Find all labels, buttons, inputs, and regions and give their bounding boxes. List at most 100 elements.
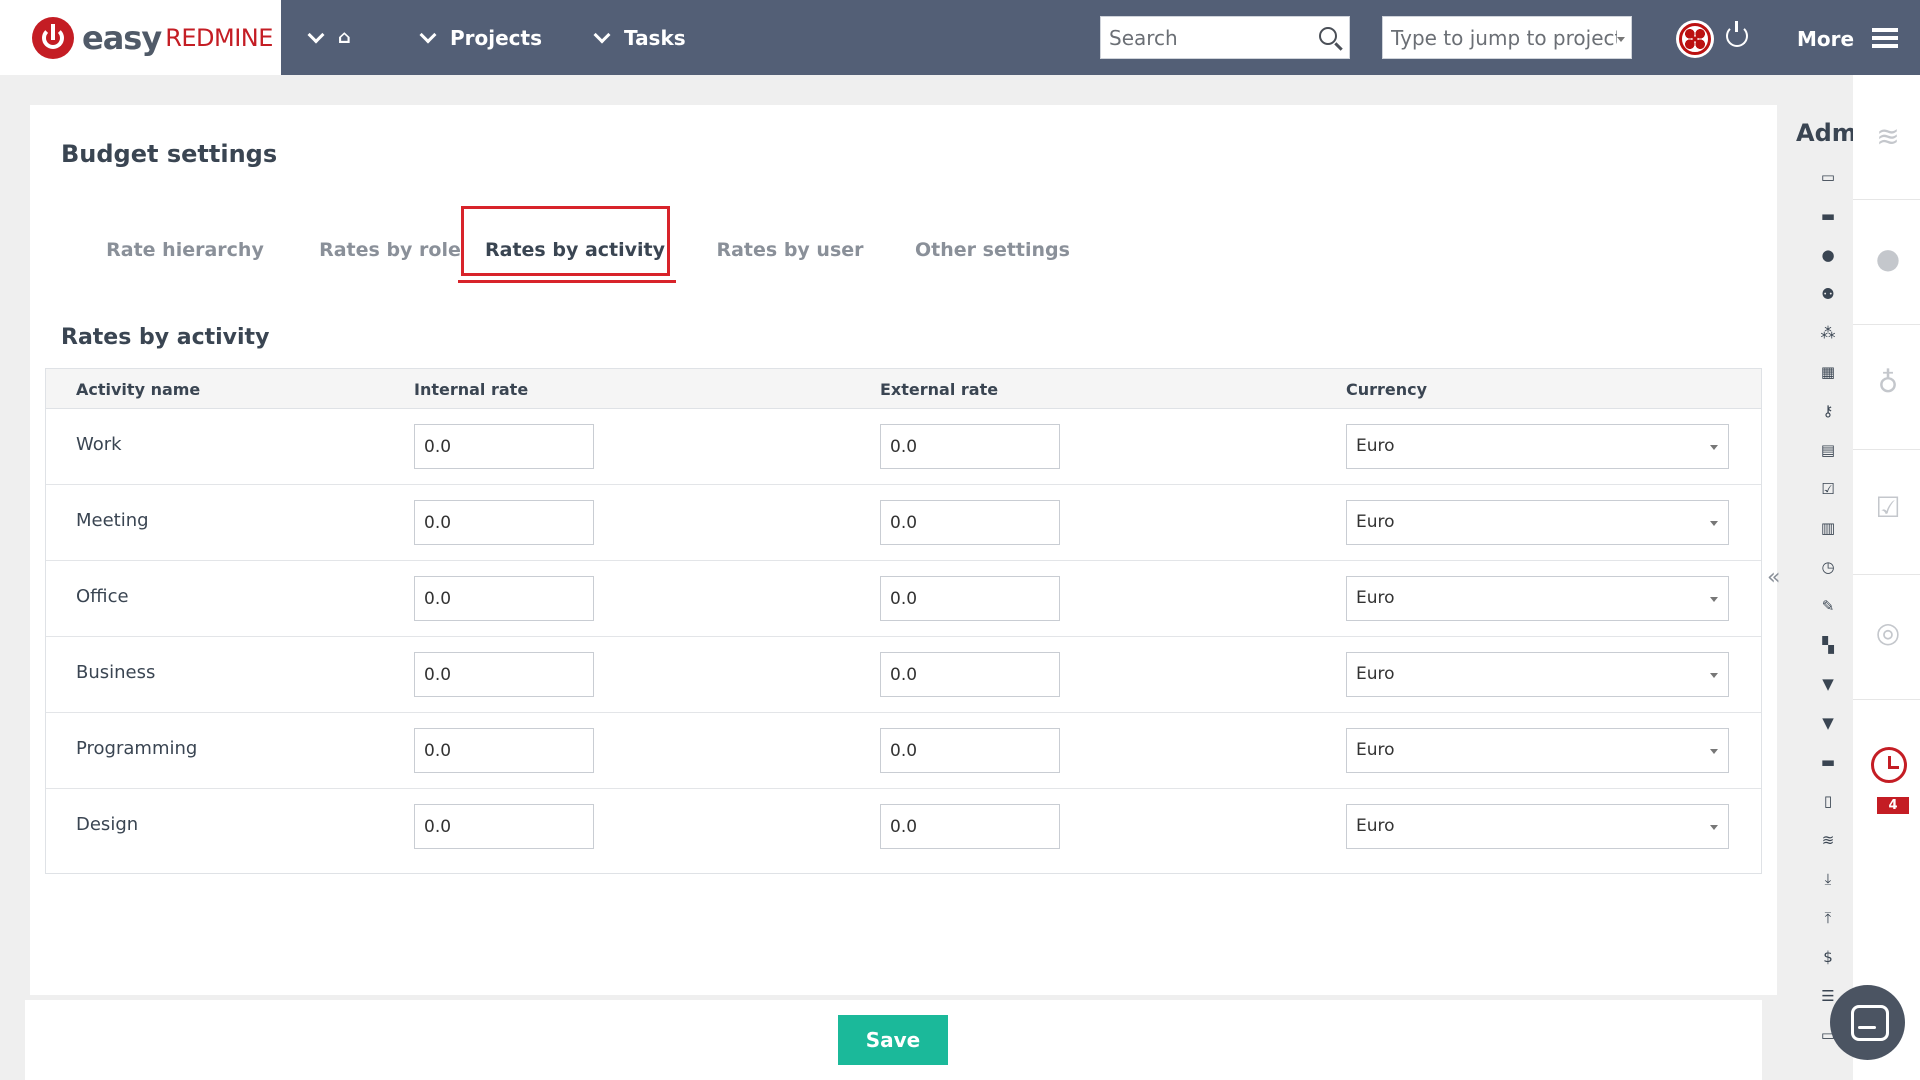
logo[interactable]: easy REDMINE [0,0,281,75]
user-avatar[interactable] [1676,20,1714,58]
timer-badge: 4 [1877,797,1909,814]
tab-other-settings[interactable]: Other settings [890,205,1095,285]
divider [1853,324,1920,325]
currency-select[interactable]: Euro [1346,500,1729,545]
activity-name: Design [76,814,139,835]
caret-down-icon[interactable] [1617,37,1625,42]
activity-name: Meeting [76,510,149,531]
chevron-down-icon [307,26,325,43]
table-row: Programming Euro [46,713,1761,789]
external-rate-input[interactable] [880,728,1060,773]
nav-projects-label: Projects [450,25,543,50]
chat-icon[interactable]: ◎ [1871,615,1905,649]
currency-select[interactable]: Euro [1346,804,1729,849]
feed-icon[interactable]: ≋ [1818,830,1838,850]
currency-value: Euro [1356,740,1395,760]
timer-icon[interactable] [1871,747,1907,783]
history-icon[interactable]: ◷ [1818,557,1838,577]
search-input[interactable] [1109,25,1309,50]
avatar-pattern [1679,23,1711,55]
user-icon[interactable]: ● [1871,241,1905,275]
tab-rate-hierarchy[interactable]: Rate hierarchy [75,205,295,285]
top-navigation-bar: easy REDMINE ⌂ Projects Tasks More [0,0,1920,75]
internal-rate-input[interactable] [414,500,594,545]
admin-sidebar: Admi ▭ ▬ ● ⚉ ⁂ ▦ ⚷ ▤ ☑ ▥ ◷ ✎ ▚ ▼ ▼ ▬ ▯ ≋… [1778,75,1853,1080]
collapse-sidebar-icon[interactable]: « [1767,565,1780,590]
external-rate-input[interactable] [880,652,1060,697]
folder-icon[interactable]: ▭ [1818,167,1838,187]
filter-icon[interactable]: ▼ [1818,674,1838,694]
nav-tasks[interactable]: Tasks [593,0,686,75]
page-title: Budget settings [61,140,278,168]
group-icon[interactable]: ⁂ [1818,323,1838,343]
users-icon[interactable]: ⚉ [1818,284,1838,304]
form-footer: Save [25,1000,1762,1080]
currency-select[interactable]: Euro [1346,652,1729,697]
table-row: Work Euro [46,409,1761,485]
edit-icon[interactable]: ✎ [1818,596,1838,616]
more-menu-label[interactable]: More [1797,0,1854,75]
save-button[interactable]: Save [838,1015,948,1065]
table-row: Office Euro [46,561,1761,637]
dollar-icon[interactable]: $ [1818,947,1838,967]
chat-widget-icon[interactable] [1830,985,1905,1060]
checklist-icon[interactable]: ☑ [1818,479,1838,499]
calendar-icon[interactable]: ▦ [1818,362,1838,382]
home-menu[interactable]: ⌂ [307,0,351,75]
activity-name: Office [76,586,129,607]
divider [1853,699,1920,700]
logo-mark-icon [32,16,74,59]
currency-value: Euro [1356,436,1395,456]
power-icon[interactable] [1726,21,1748,47]
currency-select[interactable]: Euro [1346,576,1729,621]
filter-alt-icon[interactable]: ▼ [1818,713,1838,733]
document-icon[interactable]: ▯ [1818,791,1838,811]
table-row: Business Euro [46,637,1761,713]
tab-rates-by-user[interactable]: Rates by user [690,205,890,285]
activity-name: Work [76,434,122,455]
external-rate-input[interactable] [880,804,1060,849]
car-icon[interactable]: ▬ [1818,752,1838,772]
nav-projects[interactable]: Projects [419,0,543,75]
checkbox-icon[interactable]: ☑ [1871,490,1905,524]
jump-to-project-box [1382,16,1632,59]
internal-rate-input[interactable] [414,804,594,849]
download-icon[interactable]: ⤓ [1818,869,1838,889]
calculator-icon[interactable]: ▥ [1818,518,1838,538]
search-icon[interactable] [1319,27,1337,45]
currency-select[interactable]: Euro [1346,728,1729,773]
header-external-rate: External rate [880,380,999,399]
currency-value: Euro [1356,588,1395,608]
jump-to-project-input[interactable] [1391,25,1617,50]
grid-icon[interactable]: ▚ [1818,635,1838,655]
caret-down-icon [1710,597,1718,602]
caret-down-icon [1710,673,1718,678]
internal-rate-input[interactable] [414,424,594,469]
divider [1853,449,1920,450]
external-rate-input[interactable] [880,500,1060,545]
right-quick-strip: ≋ ● ♁ ☑ ◎ 4 [1853,75,1920,1080]
currency-select[interactable]: Euro [1346,424,1729,469]
upload-icon[interactable]: ⤒ [1818,908,1838,928]
external-rate-input[interactable] [880,576,1060,621]
key-icon[interactable]: ⚷ [1818,401,1838,421]
hamburger-icon[interactable] [1872,28,1898,48]
caret-down-icon [1710,749,1718,754]
folder-filled-icon[interactable]: ▬ [1818,206,1838,226]
internal-rate-input[interactable] [414,652,594,697]
tab-rates-by-role[interactable]: Rates by role [295,205,485,285]
lightbulb-icon[interactable]: ♁ [1871,365,1905,399]
caret-down-icon [1710,825,1718,830]
activity-name: Programming [76,738,198,759]
section-title: Rates by activity [61,325,270,350]
feed-icon[interactable]: ≋ [1871,119,1905,153]
currency-value: Euro [1356,512,1395,532]
user-icon[interactable]: ● [1818,245,1838,265]
internal-rate-input[interactable] [414,728,594,773]
clipboard-icon[interactable]: ▤ [1818,440,1838,460]
budget-settings-panel: Budget settings Rate hierarchy Rates by … [30,105,1777,995]
active-tab-underline [458,280,676,283]
header-currency: Currency [1346,380,1428,399]
external-rate-input[interactable] [880,424,1060,469]
internal-rate-input[interactable] [414,576,594,621]
